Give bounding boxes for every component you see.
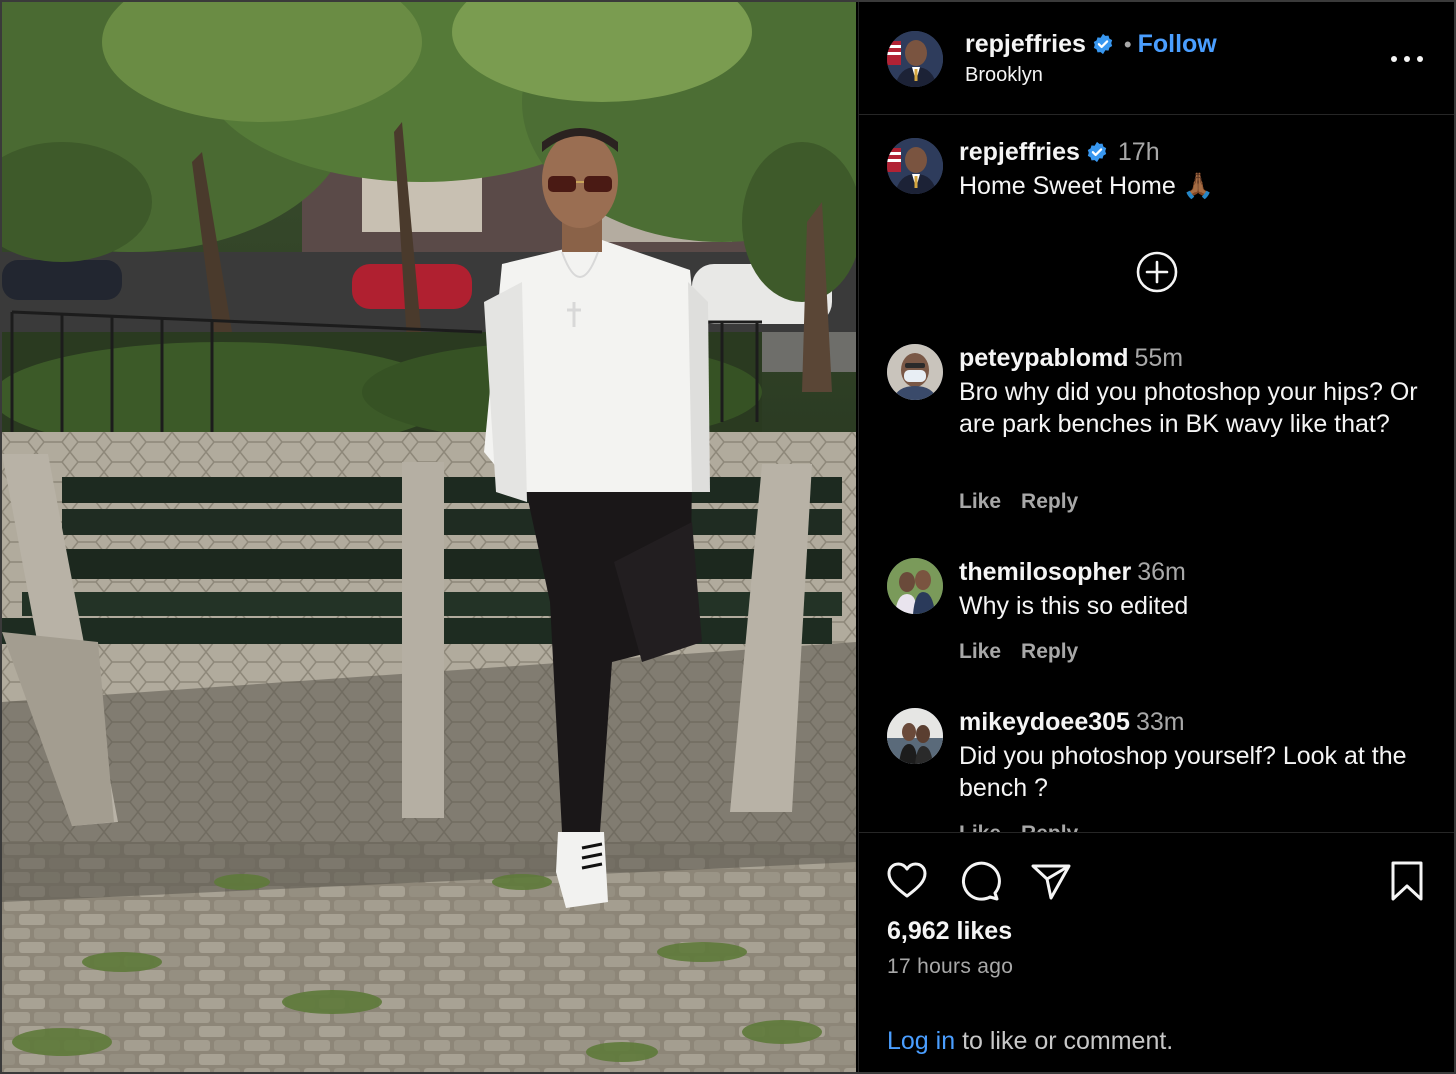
comment-like-button[interactable]: Like xyxy=(959,640,1001,663)
commenter-avatar-image xyxy=(887,344,943,400)
comment-text: Bro why did you photoshop your hips? Or … xyxy=(959,378,1418,438)
likes-count[interactable]: 6,962 likes xyxy=(887,917,1012,946)
caption-avatar-image xyxy=(887,138,943,194)
comment-text: Why is this so edited xyxy=(959,592,1189,620)
login-prompt-text: to like or comment. xyxy=(955,1027,1174,1055)
follow-button[interactable]: Follow xyxy=(1138,30,1217,58)
comment-reply-button[interactable]: Reply xyxy=(1021,490,1078,513)
caption-timestamp[interactable]: 17h xyxy=(1118,138,1160,166)
header-separator: • xyxy=(1123,32,1132,57)
commenter-avatar[interactable] xyxy=(887,708,943,764)
load-more-comments-icon[interactable] xyxy=(1136,251,1178,293)
caption-author-avatar[interactable] xyxy=(887,138,943,194)
comment-timestamp[interactable]: 36m xyxy=(1137,558,1186,586)
comment-username[interactable]: themilosopher xyxy=(959,558,1131,586)
caption-text: Home Sweet Home 🙏🏾 xyxy=(959,172,1214,200)
author-avatar[interactable] xyxy=(887,31,943,87)
comment-text: Did you photoshop yourself? Look at the … xyxy=(959,742,1407,802)
comment-like-button[interactable]: Like xyxy=(959,490,1001,513)
heart-icon[interactable] xyxy=(885,859,929,903)
verified-badge-icon xyxy=(1086,141,1108,168)
comment-reply-button[interactable]: Reply xyxy=(1021,640,1078,663)
comment-timestamp[interactable]: 55m xyxy=(1134,344,1183,372)
author-avatar-image xyxy=(887,31,943,87)
share-icon[interactable] xyxy=(1029,859,1073,903)
more-options-icon[interactable] xyxy=(1391,56,1427,64)
comment-reply-button[interactable]: Reply xyxy=(1021,822,1078,832)
post-header: repjeffries • Follow Brooklyn xyxy=(859,2,1454,115)
verified-badge-icon xyxy=(1092,33,1114,62)
post-location[interactable]: Brooklyn xyxy=(965,64,1043,87)
bookmark-icon[interactable] xyxy=(1385,859,1429,903)
post-photo-image xyxy=(2,2,856,1072)
comment-actions: Like Reply xyxy=(959,822,1098,832)
author-username[interactable]: repjeffries xyxy=(965,30,1086,58)
post-action-bar: 6,962 likes 17 hours ago Log in to like … xyxy=(859,832,1454,1072)
comment-username[interactable]: mikeydoee305 xyxy=(959,708,1130,736)
comment-actions: Like Reply xyxy=(959,490,1098,514)
comments-list[interactable]: peteypablomd 55m Bro why did you photosho… xyxy=(859,342,1454,832)
commenter-avatar[interactable] xyxy=(887,558,943,614)
instagram-post-modal: repjeffries • Follow Brooklyn repjeffrie… xyxy=(0,0,1456,1074)
comment-like-button[interactable]: Like xyxy=(959,822,1001,832)
comment-username[interactable]: peteypablomd xyxy=(959,344,1128,372)
commenter-avatar-image xyxy=(887,708,943,764)
post-photo[interactable] xyxy=(2,2,856,1072)
commenter-avatar[interactable] xyxy=(887,344,943,400)
post-details-panel: repjeffries • Follow Brooklyn repjeffrie… xyxy=(858,2,1454,1072)
caption-username[interactable]: repjeffries xyxy=(959,138,1080,166)
comment-timestamp[interactable]: 33m xyxy=(1136,708,1185,736)
login-prompt: Log in to like or comment. xyxy=(887,1027,1173,1056)
commenter-avatar-image xyxy=(887,558,943,614)
comment-actions: Like Reply xyxy=(959,640,1098,664)
login-link[interactable]: Log in xyxy=(887,1027,955,1055)
post-time-ago[interactable]: 17 hours ago xyxy=(887,955,1013,979)
comment-icon[interactable] xyxy=(957,859,1001,903)
